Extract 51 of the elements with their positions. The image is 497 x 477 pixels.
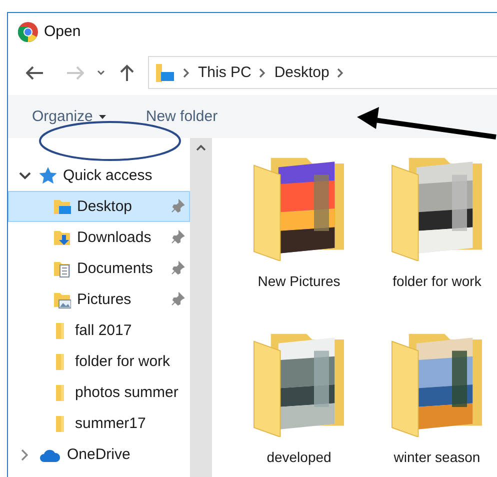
sidebar-item[interactable]: OneDrive xyxy=(8,439,190,470)
folder-name[interactable]: winter season xyxy=(394,449,480,465)
caret-icon xyxy=(98,114,106,118)
sidebar-item[interactable]: Downloads xyxy=(8,222,190,253)
folder-name[interactable]: New Pictures xyxy=(258,273,340,289)
pin-icon[interactable] xyxy=(171,261,185,275)
chevron-down-icon[interactable] xyxy=(19,172,31,180)
menu-button[interactable]: Organize xyxy=(32,108,106,125)
star-icon xyxy=(39,167,57,184)
downloads-folder-icon xyxy=(53,228,71,246)
folder-icon xyxy=(56,354,64,370)
pin-icon[interactable] xyxy=(171,230,185,244)
toolbar-button[interactable]: New folder xyxy=(146,108,218,125)
chevron-right-icon[interactable] xyxy=(21,448,29,460)
dropdown-caret-icon[interactable] xyxy=(97,70,105,76)
folder-icon[interactable] xyxy=(390,332,484,437)
chevron-right-icon[interactable] xyxy=(337,68,344,78)
pin-icon[interactable] xyxy=(171,199,185,213)
folder-icon[interactable] xyxy=(252,332,346,437)
desktop-folder-icon xyxy=(155,62,175,82)
pictures-folder-icon xyxy=(53,290,71,308)
folder-icon xyxy=(56,384,64,400)
folder-name[interactable]: folder for work xyxy=(392,273,482,289)
folder-icon[interactable] xyxy=(252,156,346,261)
scrollbar[interactable] xyxy=(190,138,212,477)
sidebar-item[interactable]: Documents xyxy=(8,253,190,284)
address-bar[interactable]: This PC Desktop xyxy=(148,56,497,89)
browser-logo-icon xyxy=(18,22,38,42)
breadcrumb-item[interactable]: Desktop xyxy=(274,64,330,81)
folder-icon xyxy=(56,322,64,338)
documents-folder-icon xyxy=(53,260,71,278)
window-title: Open xyxy=(44,23,81,40)
desktop-folder-icon xyxy=(53,198,71,216)
sidebar-item[interactable]: folder for work xyxy=(8,346,190,377)
pin-icon[interactable] xyxy=(171,292,185,306)
chevron-right-icon[interactable] xyxy=(183,68,190,78)
sidebar-item[interactable]: Quick access xyxy=(8,160,190,191)
scroll-up-icon[interactable] xyxy=(196,144,206,151)
folder-icon xyxy=(56,416,64,432)
up-arrow-icon[interactable] xyxy=(120,64,134,82)
sidebar-item[interactable]: photos summer xyxy=(8,377,190,408)
folder-icon[interactable] xyxy=(390,156,484,261)
chevron-right-icon[interactable] xyxy=(259,68,266,78)
back-arrow-icon[interactable] xyxy=(26,66,44,80)
sidebar-item[interactable]: fall 2017 xyxy=(8,315,190,346)
sidebar-item[interactable]: summer17 xyxy=(8,408,190,439)
breadcrumb-item[interactable]: This PC xyxy=(198,64,252,81)
sidebar-item[interactable]: Desktop xyxy=(8,191,190,222)
cloud-icon xyxy=(39,448,61,462)
sidebar-item[interactable]: Pictures xyxy=(8,284,190,315)
folder-name[interactable]: developed xyxy=(266,449,332,465)
